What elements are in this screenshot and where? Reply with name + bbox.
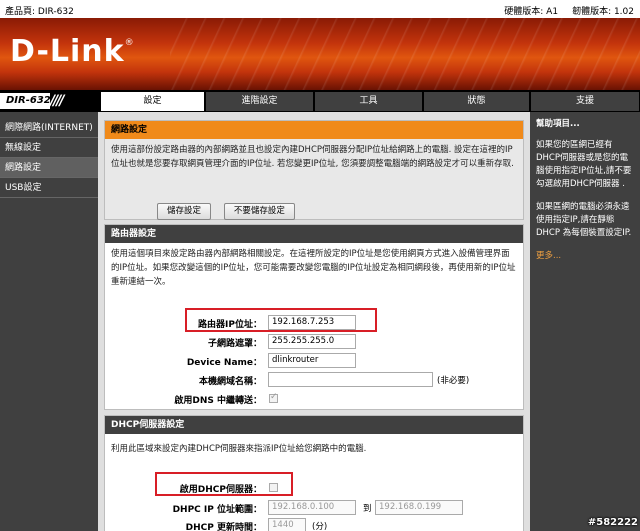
tab-tools[interactable]: 工具 xyxy=(315,92,423,111)
main-content: 網路設定 使用這部份設定路由器的內部網路並且也設定內建DHCP伺服器分配IP位址… xyxy=(98,112,530,531)
dhcp-range-to-label: 到 xyxy=(363,504,372,514)
device-name-label: Device Name： xyxy=(186,358,262,368)
help-column: 幫助項目... 如果您的區網已經有DHCP伺服器或是您的電腦使用指定IP位址,請… xyxy=(530,112,640,531)
dns-relay-checkbox[interactable] xyxy=(269,392,278,403)
dhcp-settings-panel: DHCP伺服器設定 利用此區域來設定內建DHCP伺服器來指派IP位址給您網路中的… xyxy=(104,415,524,531)
slash-decoration: //// xyxy=(50,93,65,109)
sidebar-item-wireless[interactable]: 無線設定 xyxy=(0,138,98,158)
sidebar-item-internet[interactable]: 網際網路(INTERNET) xyxy=(0,118,98,138)
help-more-link[interactable]: 更多... xyxy=(536,250,634,263)
dns-relay-row: 啟用DNS 中繼轉送： xyxy=(105,390,525,408)
dhcp-lease-input[interactable]: 1440 xyxy=(268,518,306,531)
top-info-bar: 產品頁: DIR-632 硬體版本: A1 韌體版本: 1.02 xyxy=(0,0,640,18)
firmware-version: 韌體版本: 1.02 xyxy=(572,7,634,17)
dhcp-lease-label: DHCP 更新時間： xyxy=(185,523,262,531)
subnet-mask-input[interactable]: 255.255.255.0 xyxy=(268,334,356,349)
tab-setup[interactable]: 設定 xyxy=(101,92,205,111)
help-paragraph-2: 如果區網的電腦必須永遠使用指定IP,請在靜態DHCP 為每個裝置設定IP. xyxy=(536,202,632,238)
dhcp-range-start-input[interactable]: 192.168.0.100 xyxy=(268,500,356,515)
router-settings-panel: 路由器設定 使用這個項目來設定路由器內部網路相關設定。在這裡所設定的IP位址是您… xyxy=(104,224,524,410)
sidebar-item-usb[interactable]: USB設定 xyxy=(0,178,98,198)
banner-stripes xyxy=(170,18,640,90)
local-domain-input[interactable] xyxy=(268,372,433,387)
hardware-version: 硬體版本: A1 xyxy=(504,7,559,17)
local-domain-label: 本機網域名稱： xyxy=(198,377,262,387)
sidebar: 網際網路(INTERNET) 無線設定 網路設定 USB設定 xyxy=(0,112,98,531)
tab-advanced[interactable]: 進階設定 xyxy=(206,92,314,111)
help-paragraph-1: 如果您的區網已經有DHCP伺服器或是您的電腦使用指定IP位址,請不要勾選啟用DH… xyxy=(536,140,632,189)
dhcp-range-end-input[interactable]: 192.168.0.199 xyxy=(375,500,463,515)
dhcp-range-label: DHPC IP 位址範圍： xyxy=(172,505,262,515)
save-settings-button[interactable]: 儲存設定 xyxy=(157,203,212,220)
subnet-mask-label: 子網路遮罩： xyxy=(207,339,262,349)
network-settings-panel: 網路設定 使用這部份設定路由器的內部網路並且也設定內建DHCP伺服器分配IP位址… xyxy=(104,120,524,220)
network-settings-description: 使用這部份設定路由器的內部網路並且也設定內建DHCP伺服器分配IP位址給網路上的… xyxy=(111,145,514,169)
model-label: DIR-632 //// xyxy=(0,93,96,109)
dhcp-lease-row: DHCP 更新時間： 1440 (分) xyxy=(105,517,525,531)
domain-optional-note: (非必要) xyxy=(437,376,470,386)
device-name-input[interactable]: dlinkrouter xyxy=(268,353,356,368)
sidebar-item-network[interactable]: 網路設定 xyxy=(0,158,98,178)
subnet-row: 子網路遮罩： 255.255.255.0 xyxy=(105,333,525,351)
highlight-router-ip xyxy=(185,308,377,332)
domain-row: 本機網域名稱： (非必要) xyxy=(105,371,525,389)
network-settings-title: 網路設定 xyxy=(105,121,523,139)
dhcp-lease-unit: (分) xyxy=(312,522,328,531)
dhcp-settings-title: DHCP伺服器設定 xyxy=(105,416,523,434)
tab-status[interactable]: 狀態 xyxy=(424,92,530,111)
dhcp-settings-description: 利用此區域來設定內建DHCP伺服器來指派IP位址給您網路中的電腦. xyxy=(111,444,367,454)
header-banner: D-Link® xyxy=(0,18,640,90)
dont-save-settings-button[interactable]: 不要儲存設定 xyxy=(223,203,295,220)
device-name-row: Device Name： dlinkrouter xyxy=(105,352,525,370)
router-settings-description: 使用這個項目來設定路由器內部網路相關設定。在這裡所設定的IP位址是您使用網頁方式… xyxy=(111,249,516,287)
dlink-logo: D-Link® xyxy=(10,34,135,69)
model-name: DIR-632 xyxy=(6,95,51,106)
dhcp-range-row: DHPC IP 位址範圍： 192.168.0.100 到 192.168.0.… xyxy=(105,499,525,517)
help-title: 幫助項目... xyxy=(536,119,580,129)
tab-support[interactable]: 支援 xyxy=(531,92,640,111)
product-page-label: 產品頁: DIR-632 xyxy=(5,7,74,17)
watermark: #582222 xyxy=(587,517,638,528)
highlight-dhcp-enable xyxy=(155,472,293,496)
version-info: 硬體版本: A1 韌體版本: 1.02 xyxy=(504,4,634,17)
router-settings-title: 路由器設定 xyxy=(105,225,523,243)
dns-relay-label: 啟用DNS 中繼轉送： xyxy=(174,396,262,406)
